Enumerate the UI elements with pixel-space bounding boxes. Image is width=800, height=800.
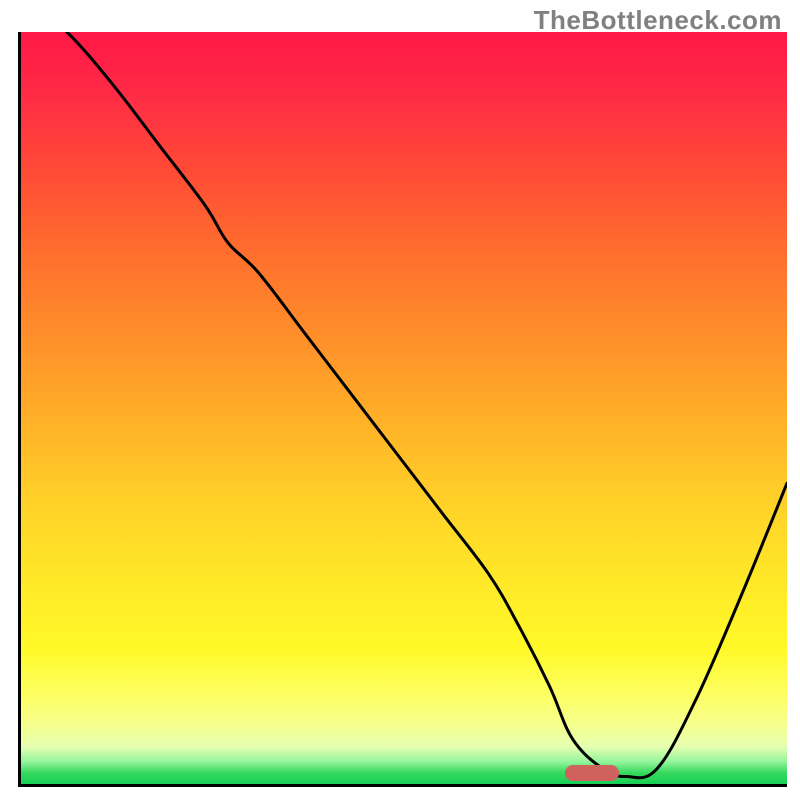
bottleneck-curve bbox=[21, 32, 787, 778]
optimal-marker bbox=[565, 765, 619, 781]
watermark-text: TheBottleneck.com bbox=[534, 5, 782, 36]
plot-area bbox=[18, 32, 787, 787]
curve-svg bbox=[21, 32, 787, 784]
chart-container: TheBottleneck.com bbox=[0, 0, 800, 800]
